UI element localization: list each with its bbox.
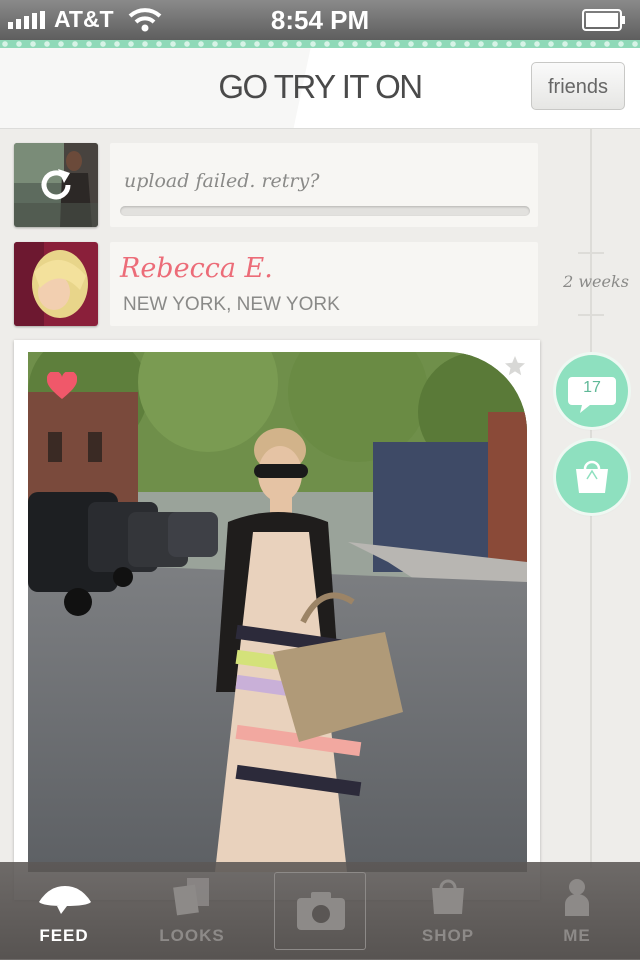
upload-progress-bar (120, 206, 530, 216)
feed-icon (39, 886, 91, 914)
camera-button[interactable] (274, 872, 366, 950)
user-location: NEW YORK, NEW YORK (123, 294, 340, 315)
status-bar: AT&T 8:54 PM (0, 0, 640, 40)
outfit-photo (28, 352, 527, 872)
retry-icon (41, 169, 71, 200)
shopping-bag-icon (576, 460, 608, 493)
battery-icon (582, 9, 625, 31)
tab-bar: FEED LOOKS SHOP ME (0, 862, 640, 960)
comments-button[interactable]: 17 (556, 355, 628, 427)
tab-me-label: ME (563, 926, 591, 945)
user-name[interactable]: Rebecca E. (120, 253, 273, 284)
tab-looks[interactable]: LOOKS (137, 862, 247, 960)
post-time-ago: 2 weeks (563, 272, 629, 291)
tab-me[interactable]: ME (522, 862, 632, 960)
app-header: GO TRY IT ON friends (0, 48, 640, 129)
favorite-star-icon[interactable] (504, 355, 526, 377)
tab-feed[interactable]: FEED (9, 862, 119, 960)
decorative-strip (0, 40, 640, 48)
friends-button[interactable]: friends (531, 62, 625, 110)
tab-shop[interactable]: SHOP (393, 862, 503, 960)
user-avatar-image (14, 242, 98, 326)
shop-bag-icon (432, 879, 464, 914)
timeline-tick (578, 252, 604, 254)
person-icon (565, 879, 589, 916)
tab-feed-label: FEED (39, 926, 89, 945)
user-avatar[interactable] (14, 242, 98, 326)
looks-icon (173, 878, 209, 916)
post-photo[interactable] (28, 352, 527, 872)
clock: 8:54 PM (270, 5, 370, 35)
comment-count: 17 (583, 379, 601, 396)
tab-shop-label: SHOP (421, 926, 475, 945)
tab-looks-label: LOOKS (159, 926, 225, 945)
camera-icon (297, 892, 345, 930)
upload-status-text[interactable]: upload failed. retry? (124, 170, 319, 192)
shop-look-button[interactable] (556, 441, 628, 513)
upload-thumbnail[interactable] (14, 143, 98, 227)
like-heart-icon[interactable] (47, 372, 77, 400)
timeline-tick (578, 314, 604, 316)
